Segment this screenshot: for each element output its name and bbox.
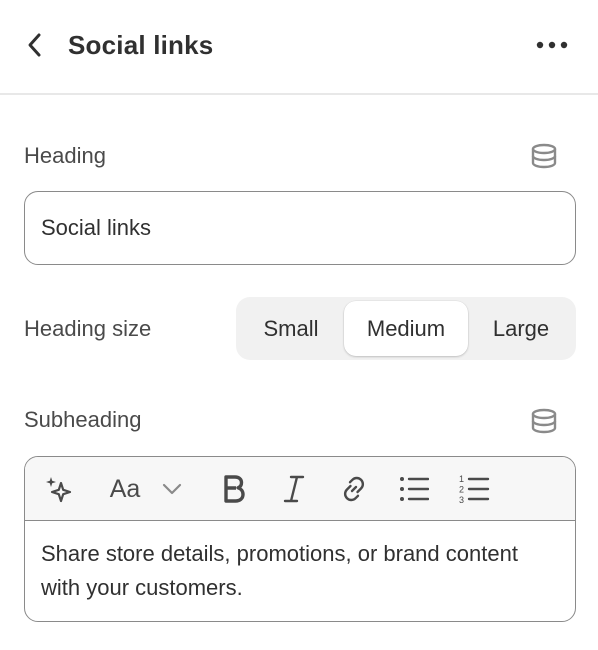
font-size-button[interactable]: Aa: [105, 470, 145, 508]
dynamic-source-button[interactable]: [529, 141, 559, 171]
bold-icon: [224, 475, 245, 503]
heading-size-segmented-control: Small Medium Large: [236, 297, 576, 360]
database-icon: [531, 143, 557, 169]
ai-generate-button[interactable]: [39, 470, 79, 508]
more-horizontal-icon: [536, 41, 568, 49]
link-icon: [343, 476, 365, 502]
back-button[interactable]: [22, 30, 48, 60]
rich-text-toolbar: Aa 1 2 3: [25, 457, 575, 521]
svg-text:3: 3: [459, 495, 464, 505]
italic-icon: [283, 475, 305, 503]
italic-button[interactable]: [277, 470, 311, 508]
chevron-left-icon: [28, 33, 41, 57]
svg-text:2: 2: [459, 485, 464, 495]
heading-label: Heading: [24, 143, 106, 168]
page-title: Social links: [68, 30, 214, 60]
numbered-list-icon: 1 2 3: [459, 474, 490, 505]
bullet-list-icon: [400, 477, 429, 501]
link-button[interactable]: [335, 470, 373, 508]
heading-size-label: Heading size: [24, 316, 152, 341]
panel-header: Social links: [0, 0, 598, 95]
chevron-down-icon: [162, 483, 182, 495]
bullet-list-button[interactable]: [395, 470, 433, 508]
more-options-button[interactable]: [534, 30, 570, 60]
font-size-dropdown[interactable]: [157, 470, 187, 508]
subheading-rich-text-editor: Aa 1 2 3 Share store details, promotions…: [24, 456, 576, 622]
svg-text:1: 1: [459, 474, 464, 484]
bold-button[interactable]: [217, 470, 251, 508]
heading-size-medium-option[interactable]: Medium: [344, 301, 468, 356]
sparkle-icon: [46, 477, 72, 503]
heading-input[interactable]: [24, 191, 576, 265]
heading-size-large-option[interactable]: Large: [470, 301, 572, 356]
subheading-content[interactable]: Share store details, promotions, or bran…: [41, 537, 561, 605]
dynamic-source-button[interactable]: [529, 406, 559, 436]
numbered-list-button[interactable]: 1 2 3: [455, 470, 493, 508]
heading-size-small-option[interactable]: Small: [240, 301, 342, 356]
subheading-label: Subheading: [24, 407, 142, 432]
database-icon: [531, 408, 557, 434]
